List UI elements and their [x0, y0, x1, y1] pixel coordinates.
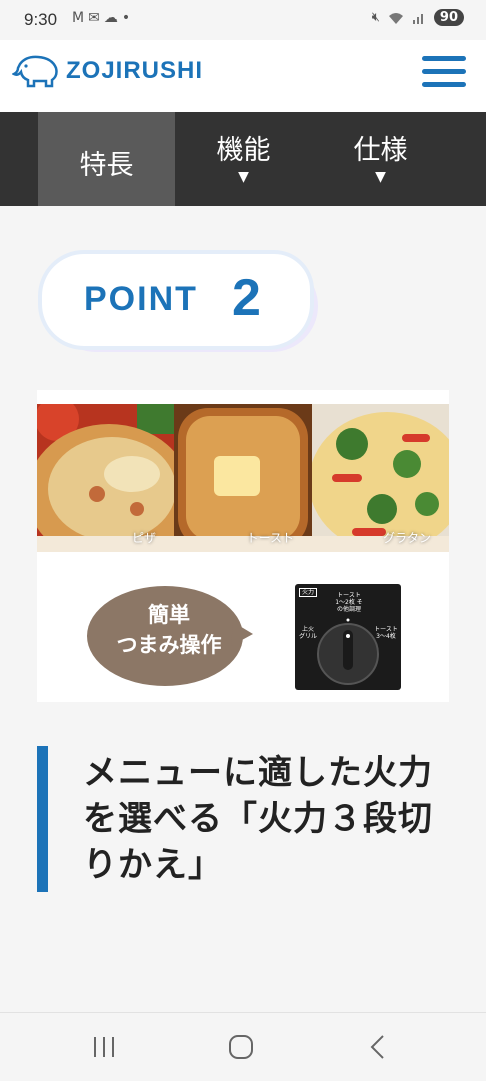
tab-features[interactable]: 特長 — [38, 112, 175, 206]
back-icon — [370, 1035, 384, 1059]
feature-headline-block: メニューに適した火力を選べる「火力３段切りかえ」 — [37, 746, 449, 892]
elephant-logo-icon — [12, 55, 58, 88]
tab-bar: 特長 機能 ▼ 仕様 ▼ — [0, 112, 486, 206]
back-button[interactable] — [358, 1031, 398, 1063]
battery-level: 90 — [439, 10, 458, 25]
tab-label: 特長 — [79, 150, 134, 181]
caret-down-icon: ▼ — [375, 169, 386, 185]
system-nav-bar — [0, 1012, 486, 1081]
food-label-pizza: ピザ — [131, 531, 156, 545]
pizza-photo: ピザ — [37, 404, 174, 552]
accent-bar — [37, 746, 48, 892]
status-right: 🔇︎ 90 — [372, 9, 464, 26]
food-label-gratin: グラタン — [382, 531, 431, 545]
feature-headline: メニューに適した火力を選べる「火力３段切りかえ」 — [83, 753, 433, 885]
heat-dial-panel: 火力 トースト 1〜2枚 その他調理 上火 グリル トースト 3〜4枚 — [295, 584, 401, 690]
point-badge: POINT 2 — [38, 250, 320, 354]
home-button[interactable] — [221, 1031, 261, 1063]
dot-icon: • — [121, 10, 135, 26]
easy-dial-bubble: 簡単 つまみ操作 — [85, 584, 253, 688]
site-header: ZOJIRUSHI — [0, 40, 486, 112]
tab-label: 仕様 — [353, 135, 408, 166]
tab-functions[interactable]: 機能 ▼ — [175, 112, 312, 206]
toast-photo: トースト — [174, 404, 312, 552]
battery-icon: 90 — [433, 9, 464, 26]
status-bar: 9:30 M✉☁• 🔇︎ 90 — [0, 0, 486, 40]
mail-icon: ✉ — [88, 10, 104, 26]
status-time: 9:30 — [24, 10, 58, 29]
home-icon — [229, 1035, 253, 1059]
bubble-line-1: 簡単 — [148, 603, 190, 627]
notification-icons: M✉☁• — [72, 10, 134, 26]
signal-icon — [412, 13, 423, 24]
bubble-line-2: つまみ操作 — [116, 633, 222, 657]
tab-label: 機能 — [216, 135, 271, 166]
brand-name: ZOJIRUSHI — [66, 57, 204, 84]
cloud-icon: ☁ — [103, 10, 122, 26]
point-label: POINT — [84, 280, 198, 318]
gmail-icon: M — [72, 10, 89, 26]
bubble-text: 簡単 つまみ操作 — [85, 600, 253, 660]
dial-knob-icon — [317, 618, 379, 685]
hamburger-menu-button[interactable] — [422, 54, 466, 90]
point-number: 2 — [232, 269, 261, 327]
tab-specs[interactable]: 仕様 ▼ — [312, 112, 449, 206]
recents-icon — [94, 1037, 114, 1057]
gratin-photo: グラタン — [312, 404, 449, 552]
wifi-icon — [388, 12, 403, 24]
mute-icon: 🔇︎ — [371, 10, 380, 25]
feature-image: ピザ トースト グラタン 簡単 つまみ操作 火力 トースト 1〜2枚 その他調理… — [37, 390, 449, 702]
caret-down-icon: ▼ — [238, 169, 249, 185]
food-label-toast: トースト — [246, 531, 294, 545]
recent-apps-button[interactable] — [84, 1031, 124, 1063]
zojirushi-logo[interactable]: ZOJIRUSHI — [12, 54, 203, 88]
